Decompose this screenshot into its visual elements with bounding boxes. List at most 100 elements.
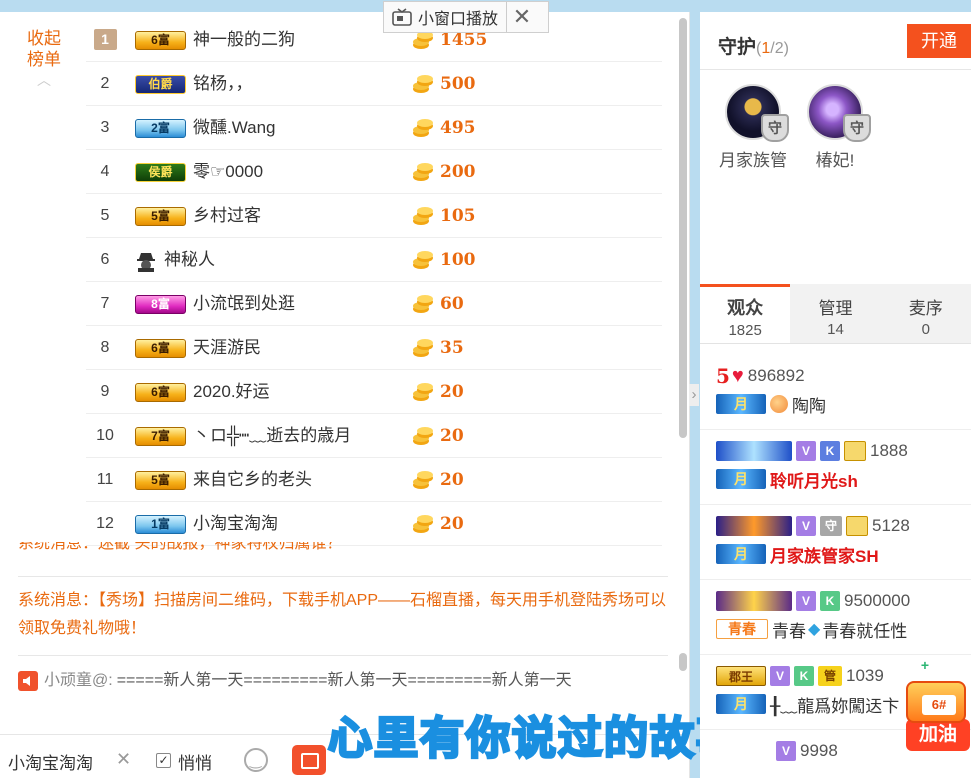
tab-count: 14 [827, 321, 844, 338]
list-item[interactable]: V K 1888 月 聆听月光sh [700, 430, 971, 505]
user-name[interactable]: 微醺.Wang [193, 106, 423, 150]
k-badge: K [794, 666, 814, 686]
tab-count: 1825 [728, 322, 762, 339]
mini-player-toggle[interactable]: 小窗口播放 ✕ [383, 1, 549, 33]
table-row[interactable]: 9 6富 2020.好运 20 [86, 370, 662, 414]
table-row[interactable]: 11 5富 来自它乡的老头 20 [86, 458, 662, 502]
coin-icon [412, 426, 434, 446]
guard-count-total: /2 [770, 40, 784, 57]
ranking-list: 1 6富 神一般的二狗 1455 2 伯爵 铭杨，， 500 3 2富 微醺.Wang 495 4… [86, 18, 662, 546]
user-name[interactable]: 乡村过客 [193, 194, 423, 238]
cheer-badge-label: 6# [922, 695, 956, 715]
table-row[interactable]: 1 6富 神一般的二狗 1455 [86, 18, 662, 62]
user-name[interactable]: 零☞0000 [193, 150, 423, 194]
ranking-scrollbar[interactable] [679, 18, 687, 438]
coin-icon [412, 514, 434, 534]
user-name: ╂﹏龍爲妳闖迗卞 [770, 696, 900, 716]
user-id: 9500000 [844, 591, 911, 610]
k-badge: K [820, 441, 840, 461]
list-item[interactable]: V K 9500000 青春 青春 ◆ 青春就任性 [700, 580, 971, 655]
tab-admins[interactable]: 管理 14 [790, 284, 880, 343]
admin-badge: 管 [818, 666, 842, 686]
cheer-button[interactable]: 加油 [906, 719, 970, 751]
table-row[interactable]: 6 神秘人 100 [86, 238, 662, 282]
list-item[interactable]: 5 ♥ 896892 月 陶陶 [700, 355, 971, 430]
contribution-value: 200 [440, 162, 476, 182]
contribution-value: 20 [440, 382, 464, 402]
incognito-icon [135, 250, 157, 272]
table-row[interactable]: 5 5富 乡村过客 105 [86, 194, 662, 238]
list-item[interactable]: V 守 5128 月 月家族管家SH [700, 505, 971, 580]
guard-title: 守护(1/2) [718, 37, 789, 58]
tab-audience[interactable]: 观众 1825 [700, 284, 791, 343]
right-panel: 守护(1/2) 开通 守 月家族管 守 椿妃! 观众 1825 管理 14 麦序 [700, 12, 971, 778]
chat-username[interactable]: 小顽童@: [44, 668, 113, 694]
cheer-widget[interactable]: 6# 加油 [906, 681, 971, 761]
user-id: 1888 [870, 441, 908, 460]
table-row[interactable]: 2 伯爵 铭杨，， 500 [86, 62, 662, 106]
user-name[interactable]: 神秘人 [164, 238, 394, 282]
chat-target-user[interactable]: 小淘宝淘淘 [8, 749, 93, 774]
user-name[interactable]: 丶ロ╬┉﹏逝去的歳月 [193, 414, 423, 458]
user-name[interactable]: 来自它乡的老头 [193, 458, 423, 502]
guard-member[interactable]: 守 月家族管 [708, 84, 798, 171]
user-id: 1039 [846, 666, 884, 685]
chat-messages: 系统消息：迷截 头的战报，神家特权归属谁？ 系统消息：【秀场】扫描房间二维码，下… [18, 542, 668, 694]
wealth-badge: 2富 [135, 119, 186, 138]
tab-mic-queue[interactable]: 麦序 0 [881, 284, 971, 343]
open-guard-button[interactable]: 开通 [907, 24, 971, 58]
shield-icon: 守 [843, 114, 871, 142]
contribution-value: 100 [440, 250, 476, 270]
rank-number: 10 [96, 427, 114, 444]
table-row[interactable]: 10 7富 丶ロ╬┉﹏逝去的歳月 20 [86, 414, 662, 458]
user-name[interactable]: 2020.好运 [193, 370, 423, 414]
vip-badge: V [776, 741, 796, 761]
table-row[interactable]: 3 2富 微醺.Wang 495 [86, 106, 662, 150]
coin-icon [412, 470, 434, 490]
emoji-icon[interactable] [244, 748, 268, 772]
family-badge: 月 [716, 469, 766, 489]
wealth-badge: 5富 [135, 471, 186, 490]
chevron-right-icon[interactable]: › [689, 384, 699, 406]
user-name[interactable]: 铭杨，， [193, 62, 423, 106]
wealth-badge: 伯爵 [135, 75, 186, 94]
close-icon[interactable]: ✕ [507, 4, 537, 30]
family-badge: 月 [716, 544, 766, 564]
divider [18, 655, 668, 656]
table-row[interactable]: 8 6富 天涯游民 35 [86, 326, 662, 370]
user-id: 5128 [872, 516, 910, 535]
person-icon [844, 441, 866, 461]
contribution-value: 20 [440, 426, 464, 446]
table-row[interactable]: 12 1富 小淘宝淘淘 20 [86, 502, 662, 546]
wealth-badge: 5富 [135, 207, 186, 226]
whisper-checkbox[interactable]: ✓ [156, 753, 171, 768]
collapse-ranking-button[interactable]: 收起 榜单 ︿ [18, 28, 70, 87]
shield-icon: 守 [761, 114, 789, 142]
wealth-badge: 6富 [135, 383, 186, 402]
collapse-label-line2: 榜单 [27, 50, 61, 69]
wealth-badge: 6富 [135, 339, 186, 358]
rank-number: 12 [96, 515, 114, 532]
user-id: 9998 [800, 741, 838, 760]
guard-name: 月家族管 [719, 151, 787, 170]
divider [18, 576, 668, 577]
coin-icon [412, 206, 434, 226]
user-name[interactable]: 天涯游民 [193, 326, 423, 370]
family-badge: 月 [716, 694, 766, 714]
coin-icon [412, 30, 434, 50]
contribution-value: 20 [440, 470, 464, 490]
table-row[interactable]: 4 侯爵 零☞0000 200 [86, 150, 662, 194]
guard-member[interactable]: 守 椿妃! [790, 84, 880, 171]
gift-icon[interactable] [292, 745, 326, 775]
table-row[interactable]: 7 8富 小流氓到处逛 60 [86, 282, 662, 326]
tab-count: 0 [921, 321, 930, 338]
tab-label: 观众 [727, 298, 764, 318]
tab-label: 麦序 [908, 299, 943, 318]
remove-target-icon[interactable]: ✕ [116, 749, 131, 770]
rank-number: 8 [100, 339, 110, 356]
contribution-value: 20 [440, 514, 464, 534]
user-name[interactable]: 小流氓到处逛 [193, 282, 423, 326]
wealth-badge: 侯爵 [135, 163, 186, 182]
user-name[interactable]: 小淘宝淘淘 [193, 502, 423, 546]
chat-scrollbar[interactable] [679, 653, 687, 671]
